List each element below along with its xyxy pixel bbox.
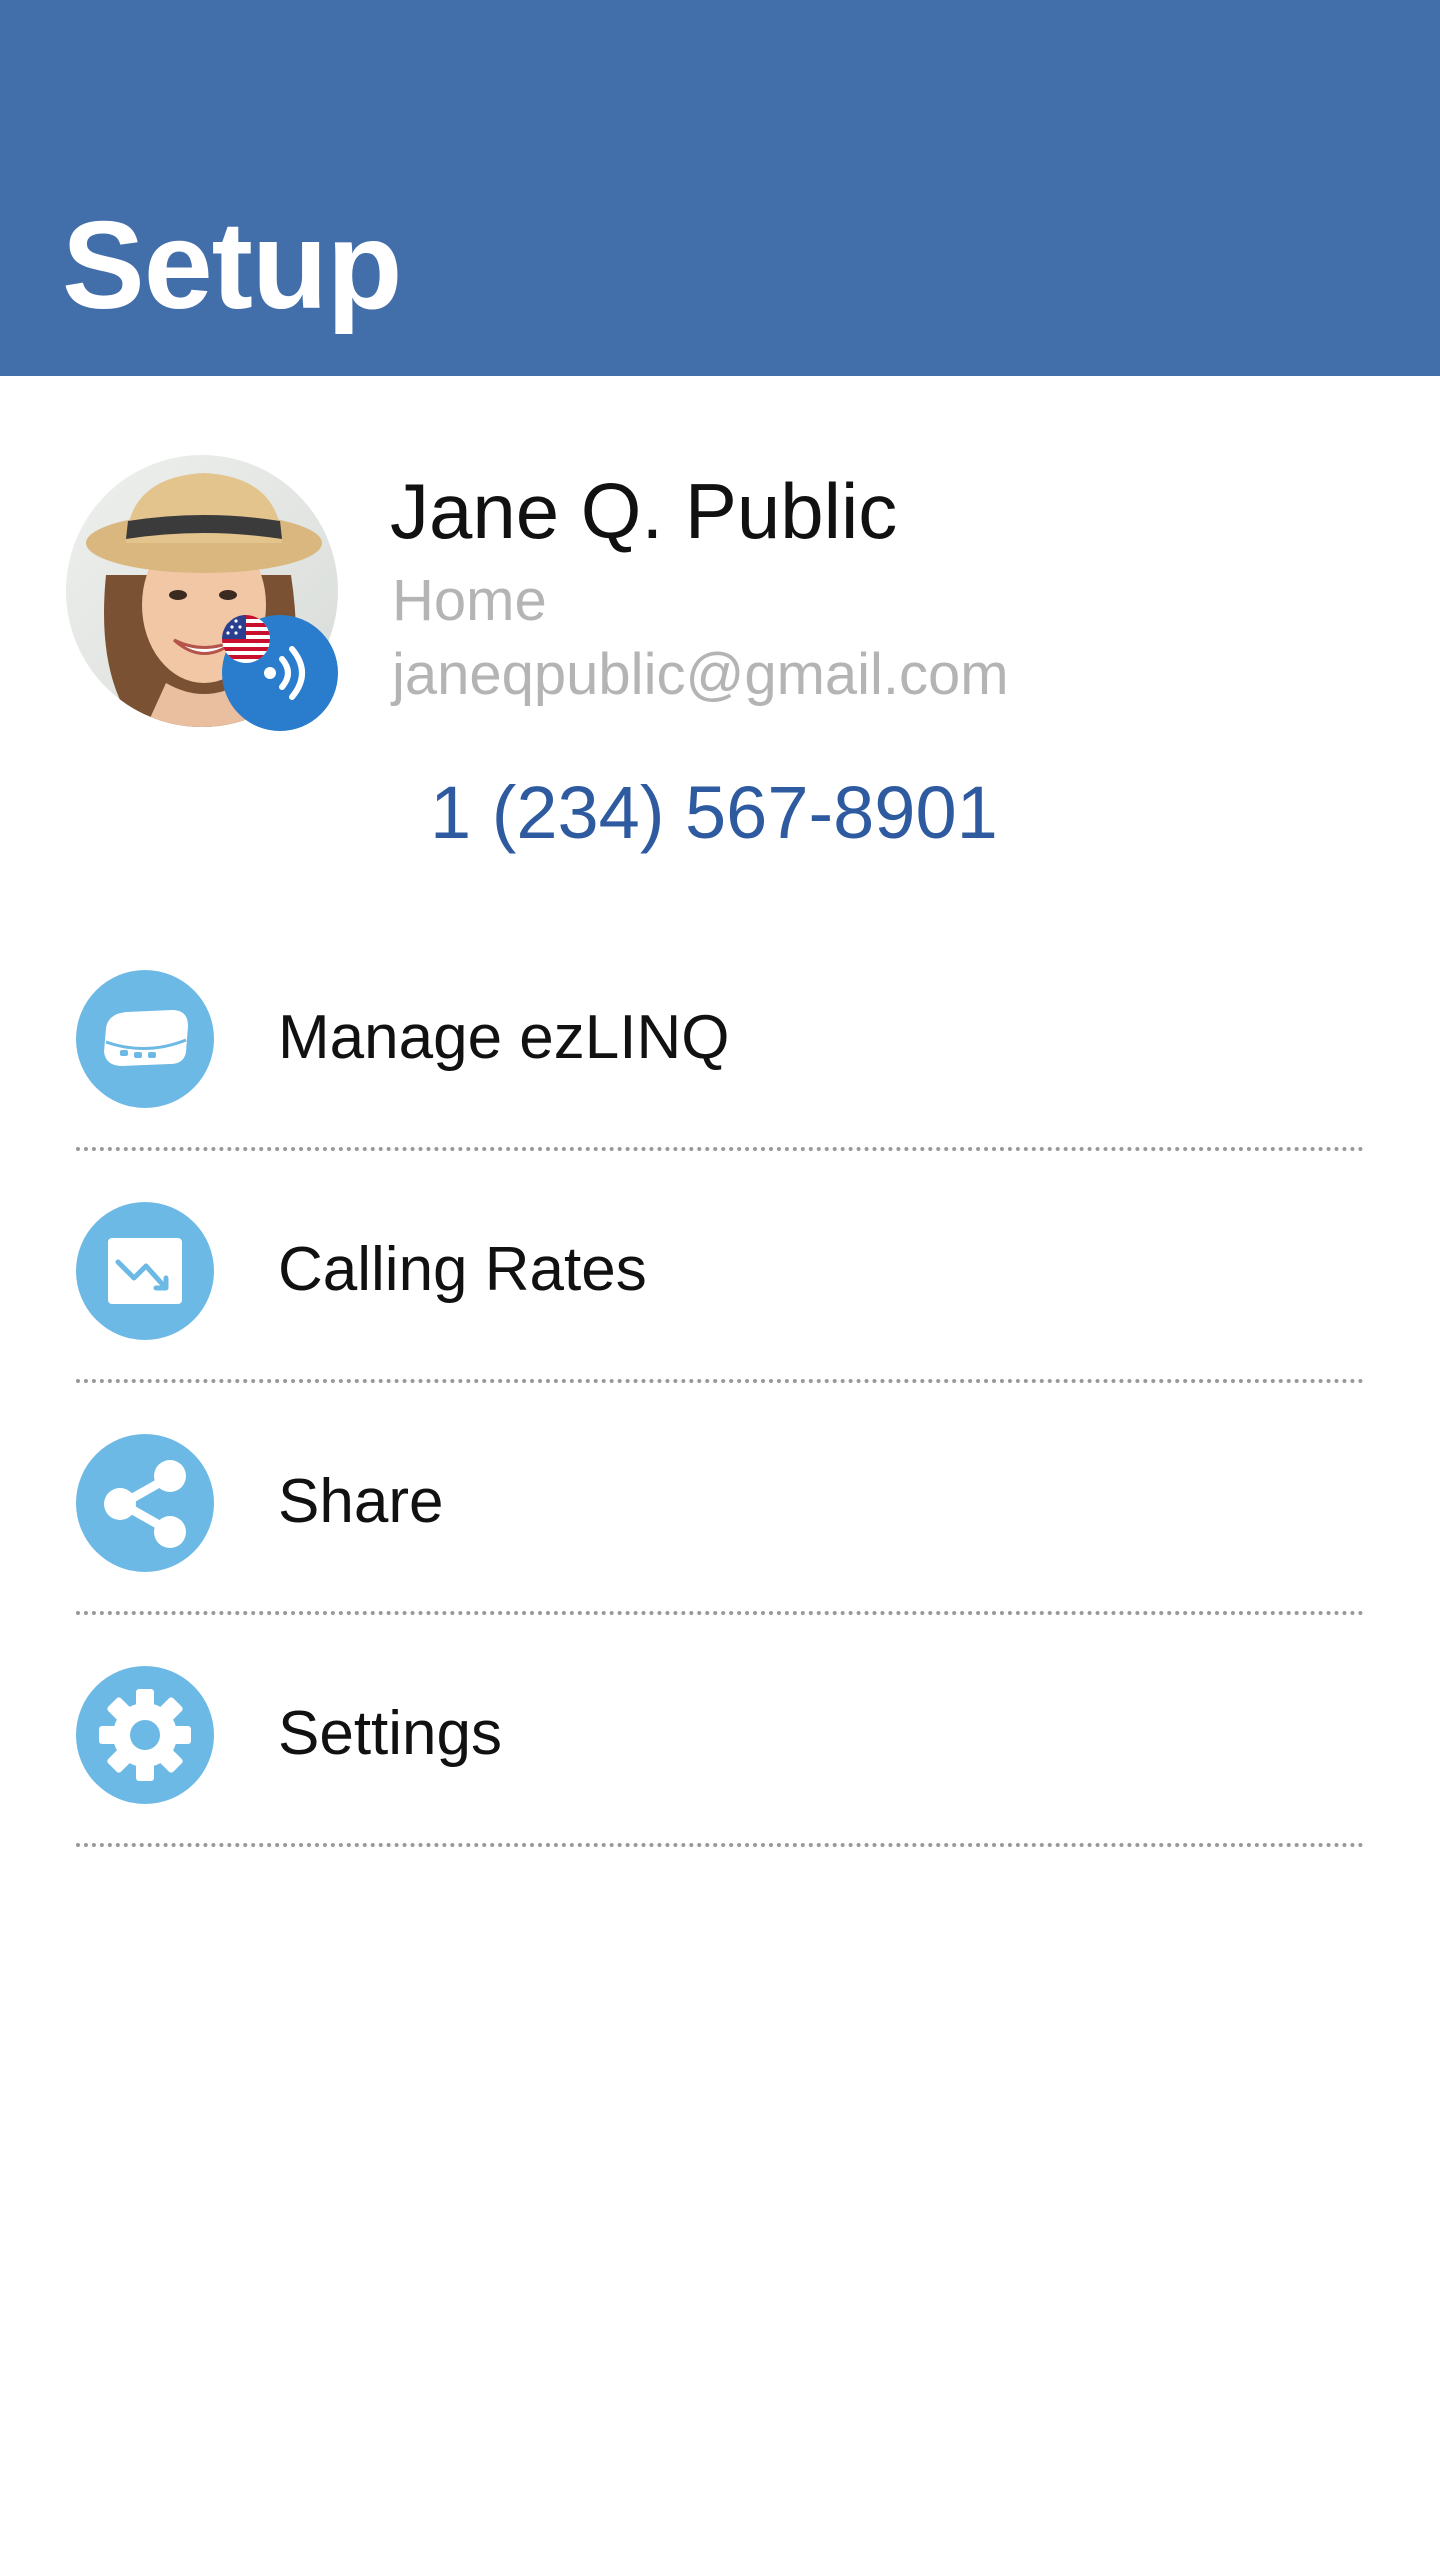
menu-item-settings[interactable]: Settings [0, 1656, 1440, 1888]
gear-icon [76, 1666, 214, 1804]
profile-phone-number[interactable]: 1 (234) 567-8901 [430, 770, 998, 856]
menu-item-share[interactable]: Share [0, 1424, 1440, 1656]
router-device-icon [76, 970, 214, 1108]
menu-item-label: Share [278, 1467, 444, 1536]
setup-menu: Manage ezLINQ Calling Rates Share Settin… [0, 960, 1440, 1888]
menu-item-manage-ezlinq[interactable]: Manage ezLINQ [0, 960, 1440, 1192]
share-icon [76, 1434, 214, 1572]
profile-location: Home [392, 568, 547, 633]
divider [76, 1147, 1364, 1151]
menu-item-label: Settings [278, 1699, 503, 1768]
profile-email: janeqpublic@gmail.com [392, 642, 1009, 707]
rates-chart-icon [76, 1202, 214, 1340]
menu-item-label: Manage ezLINQ [278, 1003, 730, 1072]
us-flag-icon [222, 615, 270, 663]
profile-avatar[interactable] [66, 455, 338, 731]
divider [76, 1611, 1364, 1615]
setup-screen: Setup Jane Q. Public Home janeqpublic@gm… [0, 0, 1440, 2560]
app-header: Setup [0, 0, 1440, 376]
divider [76, 1379, 1364, 1383]
profile-name: Jane Q. Public [390, 467, 898, 555]
menu-item-label: Calling Rates [278, 1235, 647, 1304]
page-title: Setup [62, 197, 402, 335]
menu-item-calling-rates[interactable]: Calling Rates [0, 1192, 1440, 1424]
divider [76, 1843, 1364, 1847]
